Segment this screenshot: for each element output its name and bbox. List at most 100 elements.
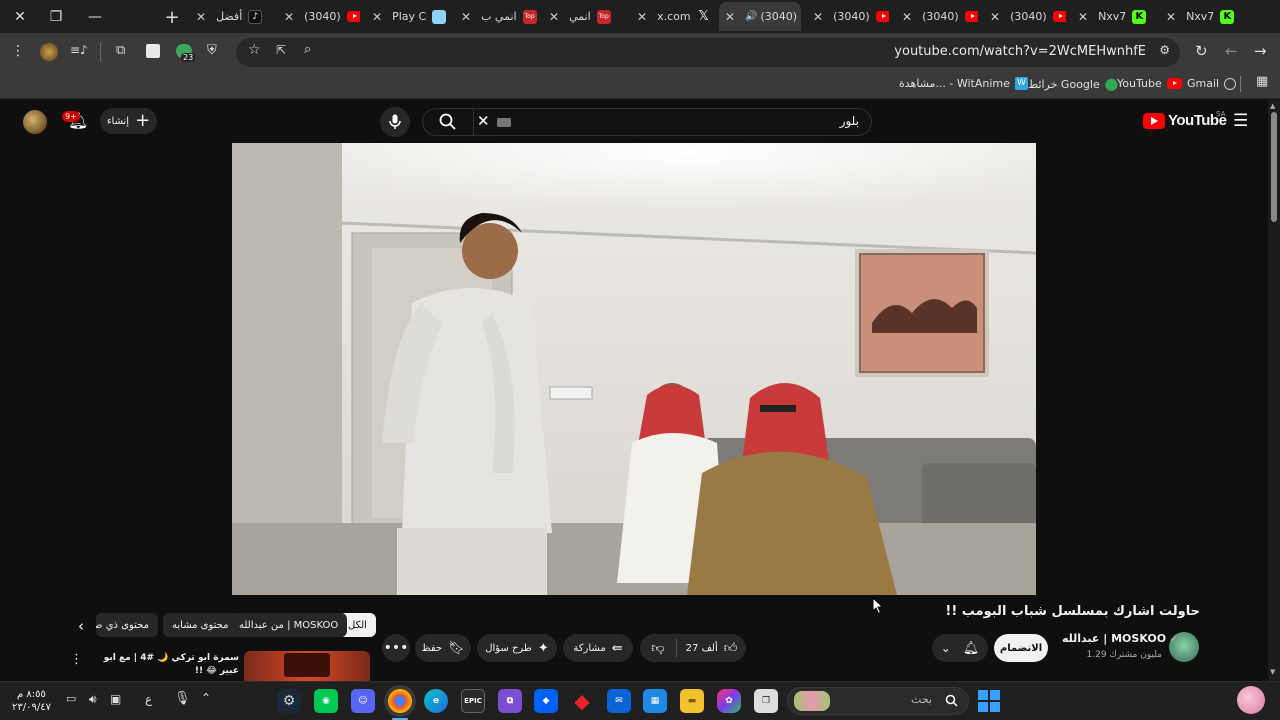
profile-avatar[interactable] (40, 43, 58, 61)
create-button[interactable]: إنشاء + (100, 108, 157, 134)
bookmark-gmail[interactable]: Gmail (1187, 77, 1237, 90)
close-tab-icon[interactable]: ✕ (725, 10, 735, 24)
widgets-weather-icon[interactable] (1237, 686, 1265, 714)
browser-tab[interactable]: ✕ انمي ب Top (455, 2, 537, 31)
media-control-icon[interactable]: ≡♪ (70, 43, 88, 57)
new-tab-button[interactable]: + (160, 5, 184, 29)
bookmark-star-icon[interactable]: ☆ (248, 42, 261, 58)
network-icon[interactable]: ▣ (110, 692, 121, 706)
clear-search-icon[interactable]: ✕ (477, 112, 490, 130)
window-minimize-button[interactable]: — (83, 5, 107, 29)
page-scrollbar[interactable]: ▲ ▼ (1268, 100, 1280, 681)
scroll-up-icon[interactable]: ▲ (1270, 102, 1275, 110)
ask-question-button[interactable]: طرح سؤال ✦ (477, 634, 557, 662)
shield-icon[interactable]: ⛨ (207, 43, 217, 58)
red-diamond-app-icon[interactable]: ◆ (570, 689, 594, 713)
like-button[interactable]: 27 ألف 👍︎ (677, 641, 746, 656)
window-close-button[interactable]: ✕ (8, 5, 32, 29)
all-bookmarks-icon[interactable]: ▦ (1256, 74, 1268, 89)
zoom-icon[interactable]: ⌕ (304, 42, 311, 57)
close-tab-icon[interactable]: ✕ (284, 10, 294, 24)
browser-menu-icon[interactable]: ⋮ (11, 43, 25, 59)
browser-tab[interactable]: ✕ Nxv7 K (1072, 2, 1154, 31)
scrollbar-thumb[interactable] (1271, 112, 1277, 222)
voice-search-button[interactable] (380, 107, 410, 137)
epic-games-icon[interactable]: EPIC (461, 689, 485, 713)
close-tab-icon[interactable]: ✕ (902, 10, 912, 24)
suggested-more-icon[interactable]: ⋮ (70, 652, 83, 667)
hamburger-menu-icon[interactable]: ☰ (1233, 111, 1248, 131)
reload-icon[interactable]: ↻ (1195, 42, 1208, 60)
url-text[interactable]: youtube.com/watch?v=2WcMEHwnhfE (894, 44, 1146, 59)
close-tab-icon[interactable]: ✕ (813, 10, 823, 24)
browser-tab[interactable]: ✕ Nxv7 K (1160, 2, 1250, 31)
close-tab-icon[interactable]: ✕ (990, 10, 1000, 24)
audio-playing-icon[interactable]: 🔊 (745, 11, 757, 22)
browser-tab[interactable]: ✕ انمي Top (543, 2, 625, 31)
chip-from-channel[interactable]: من عبدالله | MOSKOO (230, 613, 348, 637)
close-tab-icon[interactable]: ✕ (637, 10, 647, 24)
search-input[interactable]: بلور (840, 114, 859, 128)
suggested-video-thumbnail[interactable] (244, 651, 370, 681)
search-icon[interactable] (439, 113, 456, 134)
browser-tab-active[interactable]: ✕ 🔊 (3040) (719, 2, 801, 31)
copilot-icon[interactable]: ✿ (717, 689, 741, 713)
save-button[interactable]: حفظ 🔖︎ (415, 634, 471, 662)
chips-scroll-left-icon[interactable]: ‹ (78, 617, 84, 635)
browser-tab[interactable]: ✕ (3040) (278, 2, 360, 31)
input-language[interactable]: ع (145, 692, 152, 706)
browser-tab[interactable]: ✕ (3040) (984, 2, 1066, 31)
visual-studio-icon[interactable]: ⧉ (498, 689, 522, 713)
youtube-logo[interactable]: YouTube (1143, 112, 1227, 129)
browser-tab[interactable]: ✕ x.com 𝕏 (631, 2, 713, 31)
forward-icon[interactable]: ← (1225, 42, 1238, 60)
dislike-button[interactable]: 👎︎ (640, 641, 676, 656)
tray-overflow-chevron-icon[interactable]: ⌃ (201, 691, 211, 705)
close-tab-icon[interactable]: ✕ (196, 10, 206, 24)
scroll-down-icon[interactable]: ▼ (1270, 668, 1275, 676)
address-bar[interactable]: ☆ ⇱ ⌕ youtube.com/watch?v=2WcMEHwnhfE ⚙ (236, 38, 1180, 67)
window-restore-button[interactable]: ❐ (44, 5, 68, 29)
browser-tab[interactable]: ✕ أفضل ♪ (190, 2, 272, 31)
browser-tab[interactable]: ✕ (3040) (807, 2, 889, 31)
close-tab-icon[interactable]: ✕ (549, 10, 559, 24)
windows-start-icon[interactable] (978, 690, 1000, 712)
chip-relevant[interactable]: محتوى ذي صلة (96, 613, 158, 637)
search-box[interactable]: ✕ بلور (422, 108, 872, 136)
account-avatar[interactable] (23, 110, 47, 134)
mail-icon[interactable]: ✉ (607, 689, 631, 713)
dropbox-icon[interactable]: ◆ (534, 689, 558, 713)
browser-tab[interactable]: ✕ (3040) (896, 2, 978, 31)
taskbar-search-box[interactable]: بحث (787, 687, 969, 715)
battery-icon[interactable]: ▭ (66, 692, 76, 705)
edge-icon[interactable]: e (424, 689, 448, 713)
close-tab-icon[interactable]: ✕ (1078, 10, 1088, 24)
chip-related[interactable]: محتوى مشابه (163, 613, 238, 637)
suggested-video-title[interactable]: سمرة ابو تركي 🌙 #4 | مع ابو عبير 😂 !! (95, 652, 239, 678)
task-view-icon[interactable]: ❐ (754, 689, 778, 713)
file-explorer-icon[interactable]: ▬ (680, 689, 704, 713)
share-page-icon[interactable]: ⇱ (276, 43, 286, 57)
close-tab-icon[interactable]: ✕ (1166, 10, 1176, 24)
steam-icon[interactable]: ⚙ (277, 689, 301, 713)
join-button[interactable]: الانضمام (994, 634, 1048, 662)
back-icon[interactable]: → (1254, 42, 1267, 60)
discord-icon[interactable]: ☺ (351, 689, 375, 713)
subscribed-bell-button[interactable]: ⌄ 🔔︎ (932, 634, 988, 662)
bookmark-witanime[interactable]: مشاهدة... - WitAnime W (899, 77, 1028, 90)
close-tab-icon[interactable]: ✕ (372, 10, 382, 24)
share-button[interactable]: مشاركة ⇚ (563, 634, 633, 662)
microphone-tray-icon[interactable]: 🎙︎ (174, 691, 191, 706)
more-actions-button[interactable]: ••• (382, 634, 410, 662)
browser-tab[interactable]: ✕ Play C (366, 2, 448, 31)
game-controller-app-icon[interactable]: ◉ (314, 689, 338, 713)
close-tab-icon[interactable]: ✕ (461, 10, 471, 24)
site-settings-icon[interactable]: ⚙ (1159, 43, 1170, 57)
keyboard-icon[interactable] (497, 118, 511, 127)
microsoft-store-icon[interactable]: ▦ (643, 689, 667, 713)
extension-icon[interactable] (146, 44, 160, 58)
extensions-icon[interactable]: ⧉ (116, 43, 125, 58)
bookmark-maps[interactable]: خرائط Google ⬤ (1028, 77, 1118, 91)
volume-icon[interactable]: 🔊︎ (89, 692, 97, 707)
bookmark-youtube[interactable]: YouTube (1117, 77, 1182, 90)
